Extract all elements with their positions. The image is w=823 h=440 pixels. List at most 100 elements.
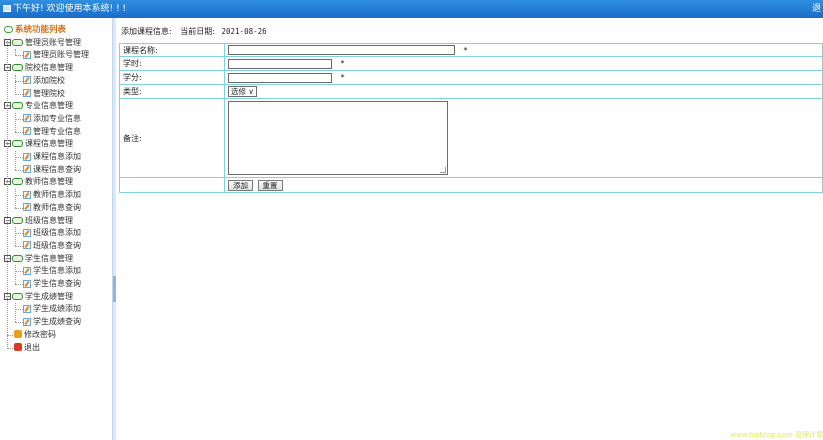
sidebar-item-label[interactable]: 学生成绩查询: [33, 317, 81, 326]
sidebar-group[interactable]: − 学生信息管理: [4, 253, 73, 265]
tree-connector: [15, 245, 23, 247]
tree-connector: [15, 169, 23, 171]
sidebar-group-label[interactable]: 专业信息管理: [25, 101, 73, 110]
sidebar-item-label[interactable]: 学生成绩添加: [33, 304, 81, 313]
remark-textarea[interactable]: [228, 101, 448, 175]
row-remark: 备注:: [119, 98, 823, 178]
folder-icon: [12, 140, 23, 148]
sidebar-item-label[interactable]: 管理院校: [33, 89, 65, 98]
edit-icon: [23, 266, 31, 275]
sidebar-group[interactable]: − 管理员账号管理: [4, 37, 81, 49]
edit-icon: [23, 114, 31, 123]
date-value: 2021-08-26: [221, 27, 267, 36]
buttons-cell: 添加 重置: [224, 177, 823, 193]
window-icon: [3, 5, 11, 12]
course-name-cell: *: [224, 43, 823, 57]
edit-icon: [23, 152, 31, 161]
sidebar-item-label[interactable]: 添加院校: [33, 76, 65, 85]
credit-cell: *: [224, 70, 823, 85]
type-selected-value: 选修: [231, 87, 246, 96]
sidebar-item[interactable]: 学生信息添加: [23, 265, 81, 277]
sidebar-item[interactable]: 学生信息查询: [23, 278, 81, 290]
sidebar-group[interactable]: − 专业信息管理: [4, 100, 73, 112]
sidebar-group[interactable]: − 院校信息管理: [4, 62, 73, 74]
sidebar-item-change-password[interactable]: 修改密码: [14, 329, 56, 341]
sidebar-item[interactable]: 课程信息添加: [23, 151, 81, 163]
sidebar-group[interactable]: − 教师信息管理: [4, 176, 73, 188]
edit-icon: [23, 127, 31, 136]
type-label: 类型:: [119, 84, 225, 99]
tree-connector: [15, 131, 23, 133]
sidebar-group[interactable]: − 学生成绩管理: [4, 291, 73, 303]
sidebar-group-label[interactable]: 学生信息管理: [25, 254, 73, 263]
folder-icon: [12, 178, 23, 186]
sidebar-item-label[interactable]: 课程信息添加: [33, 152, 81, 161]
tree-connector: [15, 227, 16, 246]
tree-connector: [15, 189, 16, 208]
sidebar-group-label[interactable]: 管理员账号管理: [25, 38, 81, 47]
resize-grip-icon[interactable]: [440, 167, 446, 173]
sidebar-item-label[interactable]: 课程信息查询: [33, 165, 81, 174]
add-button[interactable]: 添加: [228, 179, 253, 191]
row-credit: 学分: *: [119, 70, 823, 85]
tree-connector: [15, 93, 23, 95]
exit-icon: [14, 343, 22, 351]
reset-button[interactable]: 重置: [257, 179, 283, 191]
sidebar-group-label[interactable]: 学生成绩管理: [25, 292, 73, 301]
edit-icon: [23, 279, 31, 288]
folder-icon: [12, 292, 23, 300]
row-course-name: 课程名称: *: [119, 43, 823, 57]
chevron-down-icon: ∨: [248, 87, 254, 96]
sidebar-group-label[interactable]: 课程信息管理: [25, 139, 73, 148]
tree-connector: [15, 80, 23, 82]
sidebar-item-label[interactable]: 学生信息查询: [33, 279, 81, 288]
sidebar-group-label[interactable]: 教师信息管理: [25, 177, 73, 186]
sidebar-item[interactable]: 课程信息查询: [23, 164, 81, 176]
sidebar-group[interactable]: − 课程信息管理: [4, 138, 73, 150]
sidebar-group[interactable]: − 班级信息管理: [4, 215, 73, 227]
sidebar-item-label[interactable]: 学生信息添加: [33, 266, 81, 275]
info-line: 添加课程信息: 当前日期: 2021-08-26: [121, 26, 267, 37]
sidebar-item[interactable]: 学生成绩查询: [23, 316, 81, 328]
sidebar-item[interactable]: 管理员账号管理: [23, 49, 89, 61]
sidebar-item-label[interactable]: 教师信息添加: [33, 190, 81, 199]
edit-icon: [23, 317, 31, 326]
sidebar-item[interactable]: 添加院校: [23, 75, 65, 87]
credit-input[interactable]: [228, 72, 332, 83]
sidebar-item[interactable]: 管理院校: [23, 88, 65, 100]
sidebar-item[interactable]: 管理专业信息: [23, 126, 81, 138]
sidebar-item[interactable]: 教师信息查询: [23, 202, 81, 214]
sidebar-item[interactable]: 学生成绩添加: [23, 303, 81, 315]
header-exit-link[interactable]: 退: [812, 3, 821, 15]
sidebar-item-label[interactable]: 管理专业信息: [33, 127, 81, 136]
sidebar-item[interactable]: 教师信息添加: [23, 189, 81, 201]
sidebar-group-label[interactable]: 院校信息管理: [25, 63, 73, 72]
sidebar-item-exit[interactable]: 退出: [14, 342, 40, 354]
tree-connector: [15, 74, 16, 94]
sidebar-item[interactable]: 班级信息查询: [23, 240, 81, 252]
row-hours: 学时: *: [119, 56, 823, 71]
top-banner: 下午好! 欢迎使用本系统! ! ! 退: [0, 0, 823, 18]
edit-icon: [23, 165, 31, 174]
sidebar-item[interactable]: 添加专业信息: [23, 113, 81, 125]
course-name-input[interactable]: [228, 45, 455, 55]
key-icon: [14, 330, 22, 339]
edit-icon: [23, 203, 31, 212]
credit-label: 学分:: [119, 70, 225, 85]
tree-connector: [15, 157, 23, 158]
type-select[interactable]: 选修 ∨: [228, 86, 257, 97]
tree-root: 系统功能列表: [4, 24, 66, 36]
sidebar-item-label[interactable]: 退出: [24, 343, 40, 352]
sidebar-item-label[interactable]: 添加专业信息: [33, 114, 81, 123]
root-icon: [4, 26, 13, 33]
sidebar-item-label[interactable]: 修改密码: [24, 330, 56, 339]
sidebar-group-label[interactable]: 班级信息管理: [25, 216, 73, 225]
sidebar-item-label[interactable]: 班级信息查询: [33, 241, 81, 250]
hours-input[interactable]: [228, 58, 332, 69]
required-mark: *: [463, 45, 468, 55]
sidebar-item-label[interactable]: 班级信息添加: [33, 228, 81, 237]
tree-connector: [15, 151, 16, 170]
sidebar-item-label[interactable]: 教师信息查询: [33, 203, 81, 212]
sidebar-item[interactable]: 班级信息添加: [23, 227, 81, 239]
sidebar-item-label[interactable]: 管理员账号管理: [33, 50, 89, 59]
